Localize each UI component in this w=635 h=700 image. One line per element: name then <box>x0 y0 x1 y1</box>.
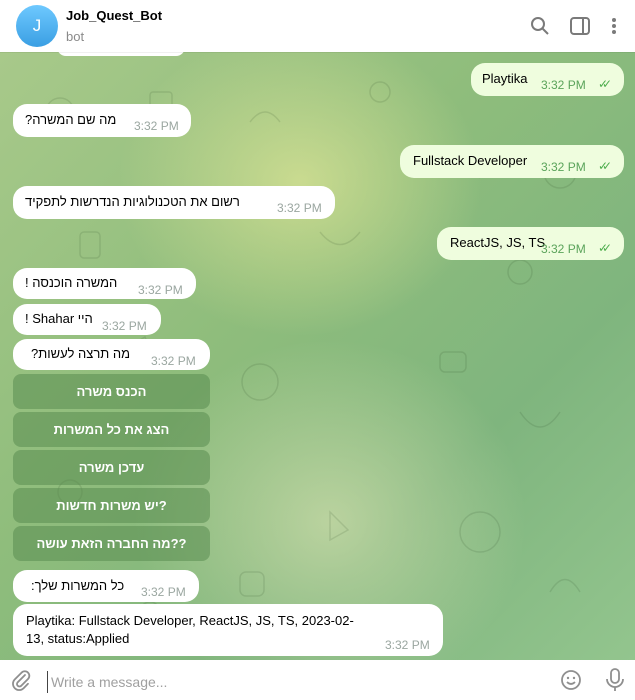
message-composer <box>0 660 635 700</box>
message-time: 3:32 PM <box>102 319 147 333</box>
keyboard-button-label: יש משרות חדשות? <box>56 498 167 513</box>
keyboard-button-label: מה החברה הזאת עושה?? <box>36 536 187 551</box>
double-check-icon: ✓✓ <box>598 241 612 255</box>
chat-subtitle: bot <box>66 29 85 44</box>
message-time: 3:32 PM <box>134 119 179 133</box>
message-text: מה תרצה לעשות? <box>31 346 131 361</box>
message-time: 3:32 PM <box>138 283 183 297</box>
chat-area[interactable]: Playtika 3:32 PM ✓✓ מה שם המשרה? 3:32 PM… <box>0 52 635 660</box>
chat-header: J Job_Quest_Bot bot <box>0 0 635 52</box>
chat-title[interactable]: Job_Quest_Bot <box>66 8 162 23</box>
microphone-icon[interactable] <box>603 668 627 692</box>
message-text: Playtika: Fullstack Developer, ReactJS, … <box>26 613 354 646</box>
message-time: 3:32 PM <box>385 638 430 652</box>
message-text: ReactJS, JS, TS <box>450 235 546 250</box>
message-bubble-incoming: כל המשרות שלך: 3:32 PM <box>13 570 199 602</box>
message-time: 3:32 PM <box>541 242 586 256</box>
avatar-letter: J <box>32 16 42 35</box>
message-bubble-incoming: מה תרצה לעשות? 3:32 PM <box>13 339 210 370</box>
message-bubble-incoming: רשום את הטכנולוגיות הנדרשות לתפקיד 3:32 … <box>13 186 335 219</box>
keyboard-button-company-info[interactable]: מה החברה הזאת עושה?? <box>13 526 210 561</box>
keyboard-button-new-jobs[interactable]: יש משרות חדשות? <box>13 488 210 523</box>
search-icon[interactable] <box>529 15 551 37</box>
message-bubble-incoming: המשרה הוכנסה ! 3:32 PM <box>13 268 196 299</box>
message-bubble-outgoing: Playtika 3:32 PM ✓✓ <box>471 63 624 96</box>
keyboard-button-label: הצג את כל המשרות <box>53 422 170 437</box>
message-input[interactable] <box>47 671 533 693</box>
message-bubble-incoming: Playtika: Fullstack Developer, ReactJS, … <box>13 604 443 656</box>
emoji-icon[interactable] <box>559 668 583 692</box>
message-text: היי Shahar ! <box>25 311 93 326</box>
attach-icon[interactable] <box>9 668 33 692</box>
keyboard-button-add-job[interactable]: הכנס משרה <box>13 374 210 409</box>
keyboard-button-label: עדכן משרה <box>78 460 145 475</box>
double-check-icon: ✓✓ <box>598 159 612 173</box>
message-time: 3:32 PM <box>141 585 186 599</box>
keyboard-button-show-all-jobs[interactable]: הצג את כל המשרות <box>13 412 210 447</box>
message-bubble-outgoing: ReactJS, JS, TS 3:32 PM ✓✓ <box>437 227 624 260</box>
message-bubble-incoming: מה שם המשרה? 3:32 PM <box>13 104 191 137</box>
avatar[interactable]: J <box>16 5 58 47</box>
message-text: Playtika <box>482 71 528 86</box>
message-bubble-partial <box>57 52 185 56</box>
message-text: המשרה הוכנסה ! <box>25 275 118 290</box>
message-text: כל המשרות שלך: <box>31 578 125 593</box>
message-time: 3:32 PM <box>277 201 322 215</box>
sidebar-toggle-icon[interactable] <box>569 15 591 37</box>
message-time: 3:32 PM <box>151 354 196 368</box>
message-time: 3:32 PM <box>541 160 586 174</box>
more-vertical-icon[interactable] <box>603 15 625 37</box>
message-time: 3:32 PM <box>541 78 586 92</box>
message-bubble-incoming: היי Shahar ! 3:32 PM <box>13 304 161 335</box>
keyboard-button-update-job[interactable]: עדכן משרה <box>13 450 210 485</box>
keyboard-button-label: הכנס משרה <box>76 384 147 399</box>
message-text: מה שם המשרה? <box>25 112 117 127</box>
double-check-icon: ✓✓ <box>598 77 612 91</box>
message-text: Fullstack Developer <box>413 153 528 168</box>
message-text: רשום את הטכנולוגיות הנדרשות לתפקיד <box>25 194 240 209</box>
message-bubble-outgoing: Fullstack Developer 3:32 PM ✓✓ <box>400 145 624 178</box>
